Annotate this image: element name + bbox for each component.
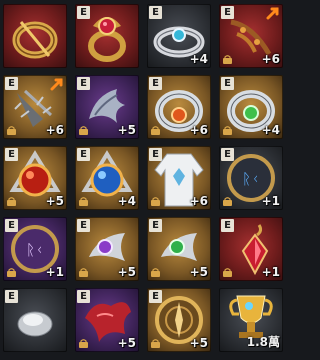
lock-icon (151, 268, 160, 277)
inventory-slot[interactable]: E +6 (147, 146, 211, 210)
enhance-level: +5 (117, 336, 136, 350)
enhance-level: +5 (45, 194, 64, 208)
lock-icon (7, 126, 16, 135)
gold-ring-icon (12, 21, 58, 59)
inventory-slot[interactable]: E +6 (219, 4, 283, 68)
enhance-level: +6 (189, 194, 208, 208)
lock-icon (79, 197, 88, 206)
inventory-slot[interactable]: E +6 (3, 75, 67, 139)
grade-badge: E (77, 219, 90, 232)
svg-text:ᚱᚲ: ᚱᚲ (242, 170, 260, 188)
inventory-slot[interactable] (3, 4, 67, 68)
item-count: 1.8萬 (246, 335, 280, 349)
lock-icon (223, 197, 232, 206)
lock-icon (151, 126, 160, 135)
lock-icon (223, 55, 232, 64)
svg-text:ᚱᚲ: ᚱᚲ (26, 241, 44, 259)
enhance-level: +4 (117, 194, 136, 208)
inventory-slot[interactable]: E +4 (219, 75, 283, 139)
grade-badge: E (5, 148, 18, 161)
grade-badge: E (5, 77, 18, 90)
lock-icon (79, 268, 88, 277)
inventory-slot[interactable]: E +5 (75, 217, 139, 281)
enhance-level: +6 (45, 123, 64, 137)
inventory-slot[interactable]: E +1 (219, 217, 283, 281)
grade-badge: E (221, 219, 234, 232)
enhance-level: +5 (117, 123, 136, 137)
lock-icon (151, 197, 160, 206)
inventory-slot[interactable]: E (75, 4, 139, 68)
inventory-slot[interactable]: E +5 (3, 146, 67, 210)
enhance-level: +1 (261, 194, 280, 208)
inventory-slot[interactable]: E +5 (147, 288, 211, 352)
grade-badge: E (77, 77, 90, 90)
grade-badge: E (149, 148, 162, 161)
inventory-slot[interactable]: ᚱᚲ E +1 (3, 217, 67, 281)
grade-badge: E (77, 290, 90, 303)
enhance-level: +6 (261, 52, 280, 66)
inventory-slot[interactable]: ᚱᚲ E +1 (219, 146, 283, 210)
upgrade-arrow-icon (50, 78, 63, 91)
upgrade-arrow-icon (266, 7, 279, 20)
inventory-slot[interactable]: E +5 (147, 217, 211, 281)
grade-badge: E (5, 290, 18, 303)
lock-icon (223, 126, 232, 135)
enhance-level: +4 (261, 123, 280, 137)
inventory-slot[interactable]: 1.8萬 (219, 288, 283, 352)
grade-badge: E (5, 219, 18, 232)
enhance-level: +5 (189, 265, 208, 279)
inventory-slot[interactable]: E +5 (75, 75, 139, 139)
lock-icon (223, 268, 232, 277)
enhance-level: +6 (189, 123, 208, 137)
lock-icon (151, 339, 160, 348)
enhance-level: +5 (117, 265, 136, 279)
enhance-level: +4 (189, 52, 208, 66)
inventory-slot[interactable]: E +6 (147, 75, 211, 139)
grade-badge: E (77, 6, 90, 19)
grade-badge: E (221, 148, 234, 161)
grade-badge: E (221, 6, 234, 19)
grade-badge: E (149, 77, 162, 90)
grade-badge: E (149, 219, 162, 232)
lock-icon (79, 339, 88, 348)
inventory-slot[interactable]: E +5 (75, 288, 139, 352)
inventory-slot[interactable]: E +4 (75, 146, 139, 210)
lock-icon (7, 268, 16, 277)
enhance-level: +1 (261, 265, 280, 279)
inventory-slot[interactable]: E +4 (147, 4, 211, 68)
enhance-level: +5 (189, 336, 208, 350)
lock-icon (7, 197, 16, 206)
grade-badge: E (149, 290, 162, 303)
grade-badge: E (221, 77, 234, 90)
grade-badge: E (149, 6, 162, 19)
inventory-slot[interactable]: E (3, 288, 67, 352)
grade-badge: E (77, 148, 90, 161)
enhance-level: +1 (45, 265, 64, 279)
lock-icon (79, 126, 88, 135)
